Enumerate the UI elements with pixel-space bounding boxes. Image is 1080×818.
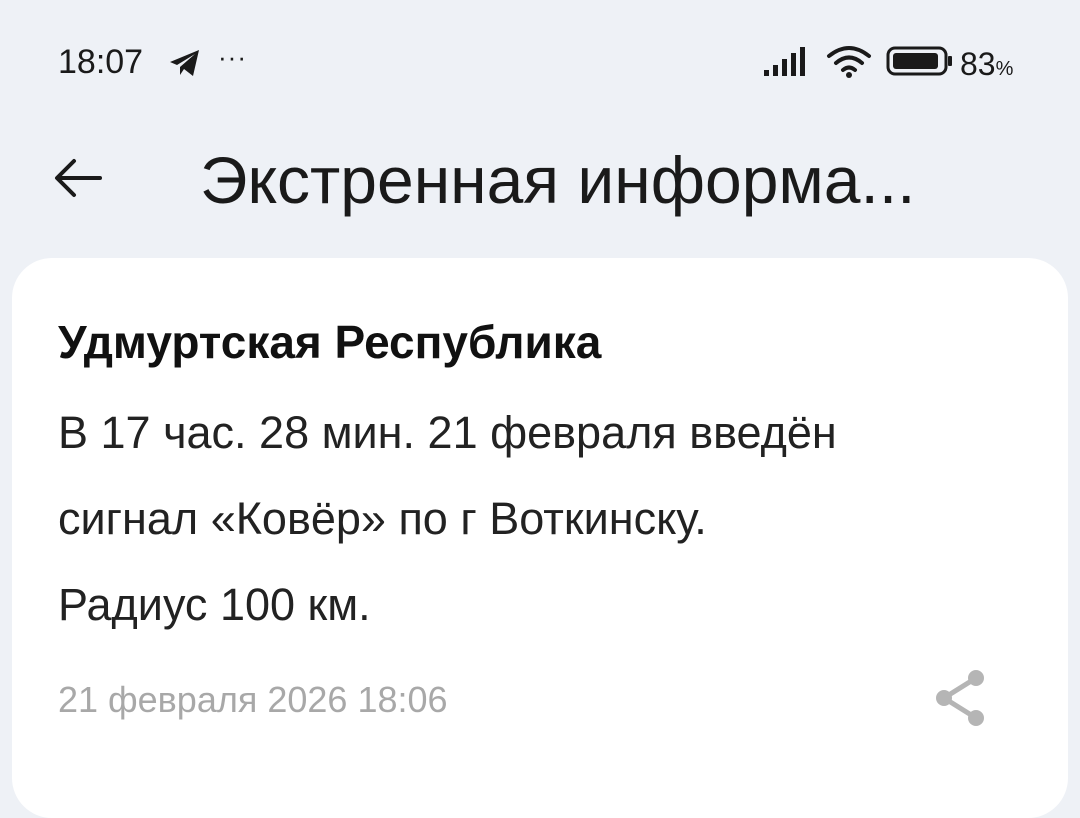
alert-region: Удмуртская Республика <box>58 316 602 368</box>
battery-level: 83% <box>960 46 1013 87</box>
wifi-icon <box>827 46 871 78</box>
app-header: Экстренная информа... <box>0 120 1080 250</box>
status-bar: 18:07 ··· 83% <box>0 0 1080 120</box>
status-time: 18:07 <box>58 43 144 81</box>
battery-icon <box>886 46 952 76</box>
back-arrow-icon[interactable] <box>48 148 108 208</box>
alert-card[interactable]: Удмуртская Республика В 17 час. 28 мин. … <box>12 258 1068 818</box>
page-title: Экстренная информа... <box>200 143 916 217</box>
alert-message-line: сигнал «Ковёр» по г Воткинску. <box>58 493 707 544</box>
alert-datetime: 21 февраля 2026 18:06 <box>58 679 448 720</box>
alert-message: В 17 час. 28 мин. 21 февраля введён сигн… <box>58 390 1048 648</box>
battery-level-value: 83 <box>960 46 996 82</box>
signal-icon <box>764 47 805 76</box>
alert-message-line: Радиус 100 км. <box>58 579 371 630</box>
telegram-icon <box>170 50 199 76</box>
more-notifications-icon: ··· <box>218 42 247 72</box>
share-icon[interactable] <box>930 666 990 730</box>
battery-level-unit: % <box>995 58 1014 80</box>
alert-message-line: В 17 час. 28 мин. 21 февраля введён <box>58 407 837 458</box>
